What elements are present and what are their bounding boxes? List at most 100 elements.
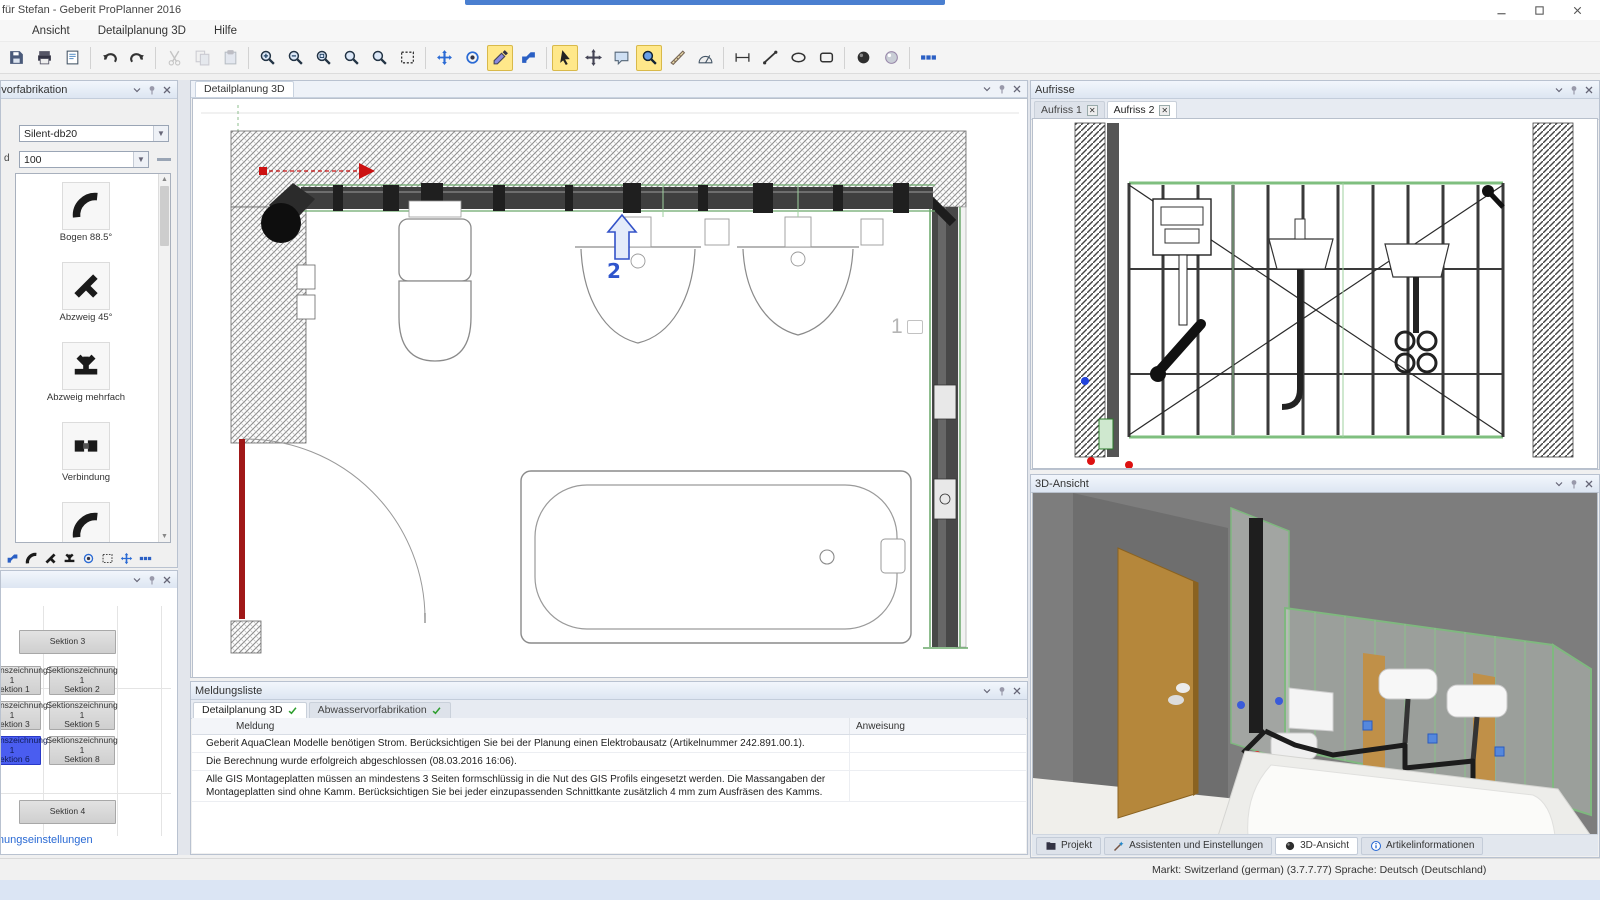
close-window-button[interactable]: [1558, 0, 1596, 20]
zoom-in-button[interactable]: [254, 45, 280, 71]
orbit-tool-button[interactable]: [81, 552, 95, 569]
pin-icon[interactable]: [146, 84, 158, 96]
section-button-3[interactable]: Sektionszeichnung 1Sektion 3: [1, 701, 41, 730]
branch45-tool-button[interactable]: [43, 552, 57, 569]
cut-button[interactable]: [161, 45, 187, 71]
pin-icon[interactable]: [996, 83, 1008, 95]
render-3d-canvas[interactable]: [1032, 492, 1598, 836]
chevron-down-icon[interactable]: [131, 84, 143, 96]
menu-ansicht[interactable]: Ansicht: [18, 22, 84, 40]
protractor-button[interactable]: [692, 45, 718, 71]
catalogue-item-bogen-88-5-[interactable]: Bogen 88.5°: [16, 182, 156, 243]
elevation-canvas[interactable]: [1032, 118, 1598, 469]
orbit-button[interactable]: [459, 45, 485, 71]
move-button[interactable]: [580, 45, 606, 71]
system-select[interactable]: Silent-db20▼: [19, 125, 169, 142]
close-tab-icon[interactable]: ✕: [1159, 105, 1170, 116]
sphere-light-button[interactable]: [878, 45, 904, 71]
zoom-out-button[interactable]: [282, 45, 308, 71]
report-button[interactable]: [59, 45, 85, 71]
section-button-top[interactable]: Sektion 3: [19, 630, 116, 654]
chevron-down-icon[interactable]: [1553, 478, 1565, 490]
catalogue-item-abzweig-mehrfach[interactable]: Abzweig mehrfach: [16, 342, 156, 403]
segments-tool-button[interactable]: [138, 552, 152, 569]
pipe-blue-tool-button[interactable]: [5, 552, 19, 569]
copy-button[interactable]: [189, 45, 215, 71]
minimize-button[interactable]: [1482, 0, 1520, 20]
fitting-catalogue-list[interactable]: ▲ ▼ Bogen 88.5° Abzweig 45° Abzweig mehrfa…: [15, 173, 171, 543]
select-rect-tool-button[interactable]: [100, 552, 114, 569]
chevron-down-icon[interactable]: [981, 685, 993, 697]
redo-button[interactable]: [124, 45, 150, 71]
catalogue-item-abzweig-45-[interactable]: Abzweig 45°: [16, 262, 156, 323]
close-tab-icon[interactable]: ✕: [1087, 105, 1098, 116]
message-row[interactable]: Geberit AquaClean Modelle benötigen Stro…: [192, 735, 1026, 753]
section-button-bottom[interactable]: Sektion 4: [19, 800, 116, 824]
pin-icon[interactable]: [996, 685, 1008, 697]
pan-tool-button[interactable]: [119, 552, 133, 569]
section-button-2[interactable]: Sektionszeichnung 1Sektion 2: [49, 666, 115, 695]
multibranch-tool-button[interactable]: [62, 552, 76, 569]
close-icon[interactable]: [1583, 478, 1595, 490]
zoom-prev-button[interactable]: [366, 45, 392, 71]
catalogue-tile[interactable]: [62, 262, 110, 310]
scrollbar-thumb[interactable]: [160, 186, 169, 246]
tab-assistenten-und-einstellungen[interactable]: Assistenten und Einstellungen: [1104, 837, 1272, 855]
vertical-splitter-left[interactable]: [178, 80, 190, 855]
message-row[interactable]: Die Berechnung wurde erfolgreich abgesch…: [192, 753, 1026, 771]
chevron-down-icon[interactable]: [131, 574, 143, 586]
pin-icon[interactable]: [1568, 84, 1580, 96]
zoom-fit-button[interactable]: [338, 45, 364, 71]
chevron-down-icon[interactable]: [1553, 84, 1565, 96]
segments-button[interactable]: [915, 45, 941, 71]
message-tab-abwasservorfabrikation[interactable]: Abwasservorfabrikation: [309, 702, 451, 718]
catalogue-tile[interactable]: [62, 502, 110, 543]
cursor-button[interactable]: [552, 45, 578, 71]
catalogue-tile[interactable]: [62, 422, 110, 470]
paste-button[interactable]: [217, 45, 243, 71]
pan-button[interactable]: [431, 45, 457, 71]
comment-button[interactable]: [608, 45, 634, 71]
close-icon[interactable]: [161, 574, 173, 586]
printer-button[interactable]: [31, 45, 57, 71]
menu-hilfe[interactable]: Hilfe: [200, 22, 251, 40]
close-icon[interactable]: [1011, 685, 1023, 697]
maximize-button[interactable]: [1520, 0, 1558, 20]
zoom-object-button[interactable]: [636, 45, 662, 71]
zoom-window-button[interactable]: [310, 45, 336, 71]
calculation-settings-link[interactable]: Berechnungseinstellungen: [1, 834, 93, 846]
section-button-6[interactable]: Sektionszeichnung 1Sektion 8: [49, 736, 115, 765]
tab-aufriss-1[interactable]: Aufriss 1✕: [1034, 101, 1105, 119]
measure-button[interactable]: [664, 45, 690, 71]
pin-icon[interactable]: [1568, 478, 1580, 490]
tab-artikelinformationen[interactable]: Artikelinformationen: [1361, 837, 1483, 855]
diameter-select[interactable]: 100▼: [19, 151, 149, 168]
sphere-dark-button[interactable]: [850, 45, 876, 71]
pin-icon[interactable]: [146, 574, 158, 586]
floorplan-canvas[interactable]: 2 1: [192, 98, 1028, 678]
bend-tool-button[interactable]: [24, 552, 38, 569]
close-icon[interactable]: [1583, 84, 1595, 96]
select-rect-button[interactable]: [394, 45, 420, 71]
catalogue-item-partial[interactable]: [16, 502, 156, 543]
close-icon[interactable]: [161, 84, 173, 96]
pipe-edit-button[interactable]: [487, 45, 513, 71]
vertical-splitter-right[interactable]: [1028, 80, 1030, 855]
tab-detailplanung-3d[interactable]: Detailplanung 3D: [195, 81, 294, 97]
menu-detailplanung-3d[interactable]: Detailplanung 3D: [84, 22, 200, 40]
chevron-down-icon[interactable]: [981, 83, 993, 95]
scroll-up-icon[interactable]: ▲: [159, 174, 170, 185]
line-button[interactable]: [757, 45, 783, 71]
rect-tool-button[interactable]: [813, 45, 839, 71]
tab-projekt[interactable]: Projekt: [1036, 837, 1101, 855]
tab-3d-ansicht[interactable]: 3D-Ansicht: [1275, 837, 1358, 855]
catalogue-tile[interactable]: [62, 342, 110, 390]
scroll-down-icon[interactable]: ▼: [159, 531, 170, 542]
message-row[interactable]: Alle GIS Montageplatten müssen an mindes…: [192, 771, 1026, 802]
catalogue-scrollbar[interactable]: ▲ ▼: [158, 174, 170, 542]
undo-button[interactable]: [96, 45, 122, 71]
dimension-button[interactable]: [729, 45, 755, 71]
catalogue-tile[interactable]: [62, 182, 110, 230]
message-tab-detailplanung-3d[interactable]: Detailplanung 3D: [193, 702, 307, 718]
section-button-5[interactable]: Sektionszeichnung 1Sektion 6: [1, 736, 41, 765]
